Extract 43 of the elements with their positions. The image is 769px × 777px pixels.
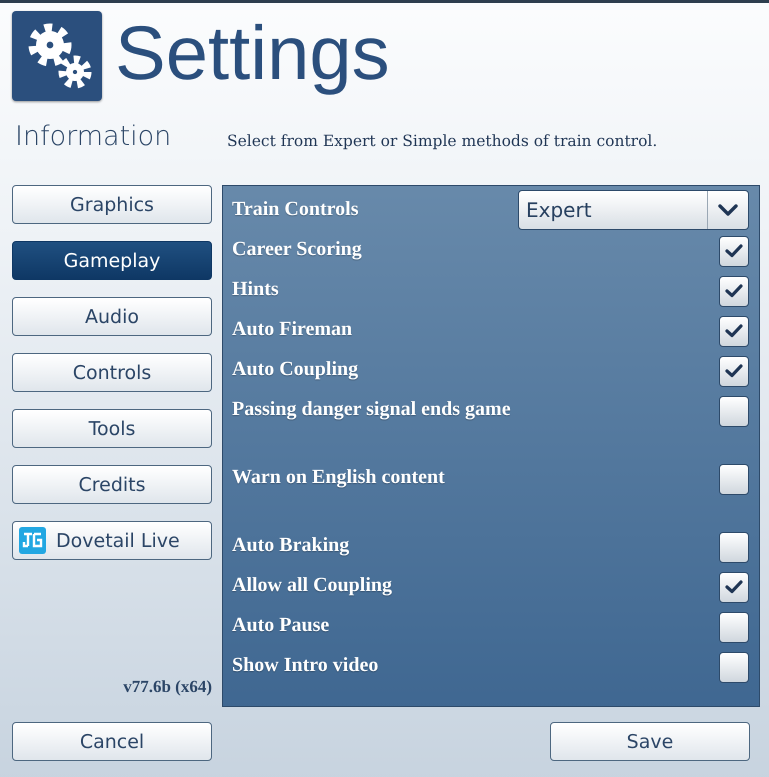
- option-label: Auto Pause: [232, 614, 330, 636]
- checkbox[interactable]: [719, 464, 749, 494]
- option-label: Auto Braking: [232, 534, 350, 556]
- checkbox[interactable]: [719, 612, 749, 642]
- option-label: Show Intro video: [232, 654, 378, 676]
- option-label: Auto Fireman: [232, 318, 352, 340]
- section-heading: Information: [15, 121, 172, 154]
- option-label: Hints: [232, 278, 279, 300]
- nav-button[interactable]: Tools: [12, 409, 212, 448]
- option-label: Career Scoring: [232, 238, 362, 260]
- option-label: Allow all Coupling: [232, 574, 392, 596]
- checkmark-icon: [725, 244, 743, 258]
- description-text: Select from Expert or Simple methods of train control.: [227, 132, 658, 152]
- dropdown[interactable]: Expert: [518, 190, 749, 230]
- option-label: Train Controls: [232, 198, 358, 220]
- logo-icon: [19, 527, 46, 554]
- checkbox[interactable]: [719, 652, 749, 682]
- checkmark-icon: [725, 324, 743, 338]
- cancel-button[interactable]: Cancel: [12, 722, 212, 761]
- option-label: Auto Coupling: [232, 358, 358, 380]
- settings-icon: [12, 10, 102, 100]
- option-label: Warn on English content: [232, 466, 445, 488]
- nav-button[interactable]: Gameplay: [12, 241, 212, 280]
- version-text: v77.6b (x64): [123, 677, 212, 698]
- nav-button[interactable]: Dovetail Live: [12, 521, 212, 560]
- checkbox[interactable]: [719, 396, 749, 426]
- nav-button[interactable]: Graphics: [12, 185, 212, 224]
- checkbox[interactable]: [719, 236, 749, 266]
- checkbox[interactable]: [719, 276, 749, 306]
- checkbox[interactable]: [719, 572, 749, 602]
- checkmark-icon: [725, 364, 743, 378]
- nav-button[interactable]: Controls: [12, 353, 212, 392]
- checkbox[interactable]: [719, 316, 749, 346]
- option-label: Passing danger signal ends game: [232, 398, 511, 420]
- checkbox[interactable]: [719, 356, 749, 386]
- checkmark-icon: [725, 284, 743, 298]
- nav-button[interactable]: Credits: [12, 465, 212, 504]
- page-title: Settings: [115, 10, 390, 97]
- nav-button[interactable]: Audio: [12, 297, 212, 336]
- save-button[interactable]: Save: [550, 722, 750, 761]
- checkbox[interactable]: [719, 532, 749, 562]
- checkmark-icon: [725, 580, 743, 594]
- chevron-down-icon: [718, 204, 738, 216]
